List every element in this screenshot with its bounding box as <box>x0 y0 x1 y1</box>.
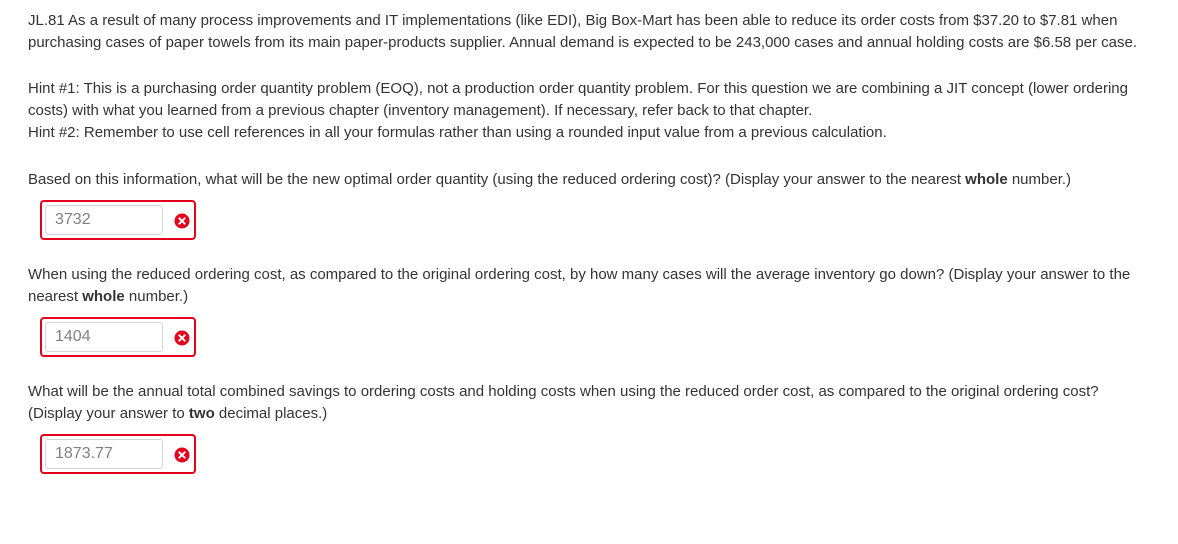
question-2: When using the reduced ordering cost, as… <box>28 264 1153 357</box>
question-3-emphasis: two <box>188 405 215 422</box>
answer-1-container <box>40 200 196 240</box>
question-content: JL.81 As a result of many process improv… <box>28 10 1153 474</box>
hint-1: Hint #1: This is a purchasing order quan… <box>28 80 1128 119</box>
answer-2-container <box>40 317 196 357</box>
answer-1-input[interactable] <box>45 205 163 235</box>
question-2-text-before: When using the reduced ordering cost, as… <box>28 266 1131 305</box>
question-2-text: When using the reduced ordering cost, as… <box>28 264 1153 308</box>
answer-3-input[interactable] <box>45 439 163 469</box>
hint-2: Hint #2: Remember to use cell references… <box>28 124 887 141</box>
question-3-text: What will be the annual total combined s… <box>28 381 1153 425</box>
question-1-emphasis: whole <box>965 171 1008 188</box>
error-x-icon <box>174 213 190 229</box>
answer-3-container <box>40 434 196 474</box>
question-2-emphasis: whole <box>82 288 125 305</box>
problem-intro: JL.81 As a result of many process improv… <box>28 12 1138 51</box>
hints: Hint #1: This is a purchasing order quan… <box>28 78 1153 144</box>
answer-2-input[interactable] <box>45 322 163 352</box>
question-1: Based on this information, what will be … <box>28 169 1153 240</box>
question-3-text-after: decimal places.) <box>214 405 328 422</box>
error-x-icon <box>174 447 190 463</box>
question-1-text: Based on this information, what will be … <box>28 169 1153 191</box>
question-1-text-after: number.) <box>1007 171 1072 188</box>
question-1-text-before: Based on this information, what will be … <box>28 171 966 188</box>
question-3: What will be the annual total combined s… <box>28 381 1153 474</box>
error-x-icon <box>174 330 190 346</box>
question-2-text-after: number.) <box>124 288 189 305</box>
